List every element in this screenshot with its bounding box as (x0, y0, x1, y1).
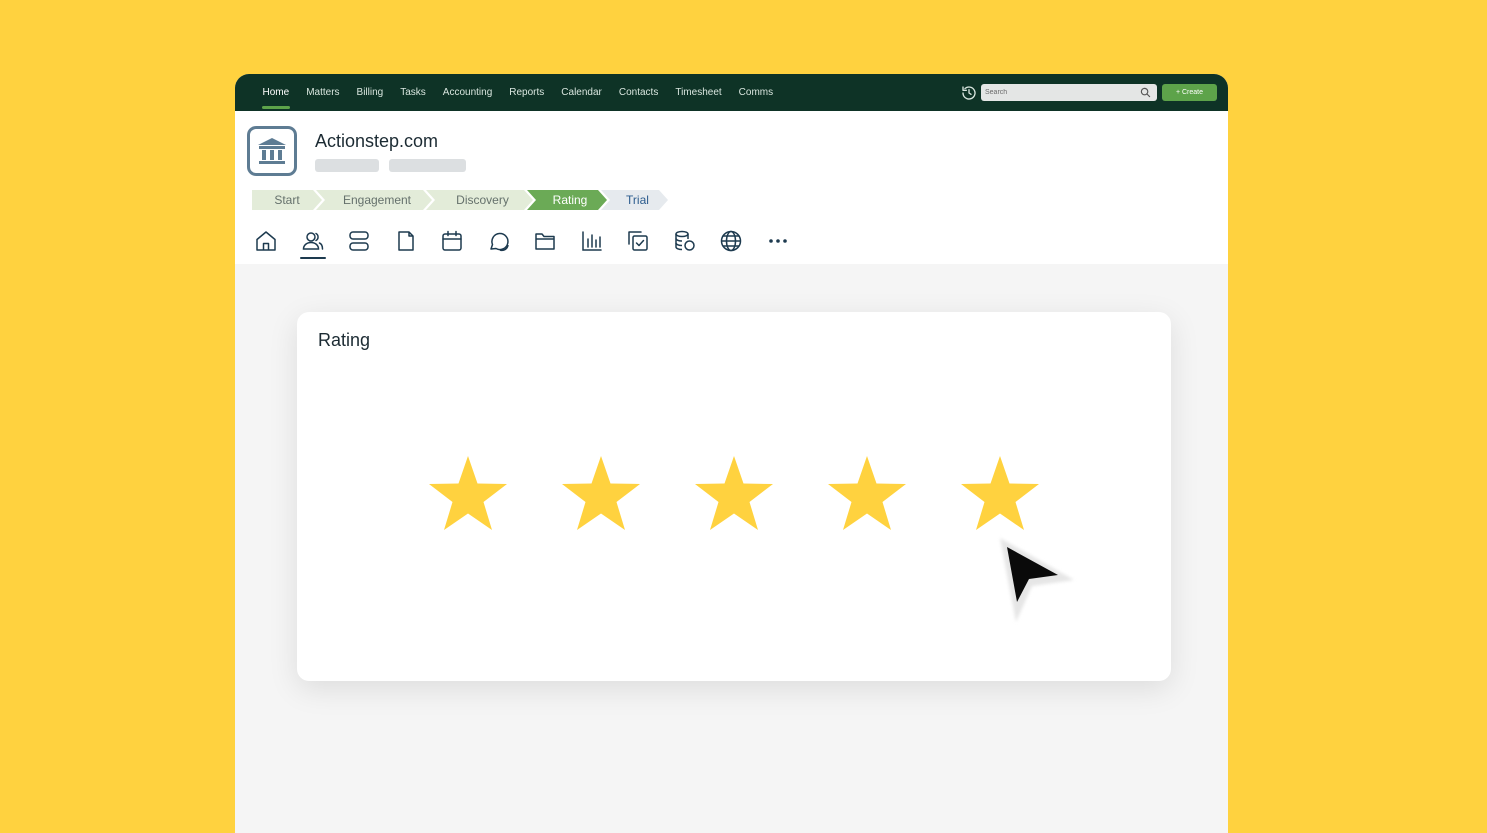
matter-title: Actionstep.com (315, 131, 439, 151)
nav-item-reports[interactable]: Reports (501, 74, 553, 111)
nav-item-matters[interactable]: Matters (298, 74, 348, 111)
star-icon[interactable] (560, 454, 642, 532)
card-title: Rating (318, 330, 371, 350)
star-icon[interactable] (959, 454, 1041, 532)
placeholder-bar (389, 159, 466, 172)
star-icon[interactable] (826, 454, 908, 532)
nav-item-home[interactable]: Home (254, 74, 298, 111)
nav-item-contacts[interactable]: Contacts (610, 74, 666, 111)
top-navigation: Home Matters Billing Tasks Accounting Re… (235, 74, 1228, 111)
contacts-icon[interactable] (301, 229, 325, 253)
chart-icon[interactable] (580, 229, 604, 253)
create-button[interactable]: + Create (1162, 84, 1217, 101)
stage-engagement[interactable]: Engagement (316, 190, 432, 210)
stage-progress-bar: Start Engagement Discovery Rating Trial (252, 190, 662, 210)
nav-item-accounting[interactable]: Accounting (434, 74, 500, 111)
nav-item-tasks[interactable]: Tasks (392, 74, 435, 111)
stage-trial[interactable]: Trial (601, 190, 668, 210)
layers-icon[interactable] (347, 229, 371, 253)
home-icon[interactable] (254, 229, 278, 253)
globe-icon[interactable] (719, 229, 743, 253)
matter-header: Actionstep.com Start Engagement Discover… (235, 111, 1228, 264)
active-tab-indicator (300, 257, 326, 259)
history-icon[interactable] (961, 85, 977, 101)
bank-icon (247, 126, 297, 176)
star-icon[interactable] (693, 454, 775, 532)
more-icon[interactable] (766, 229, 790, 253)
nav-item-timesheet[interactable]: Timesheet (667, 74, 730, 111)
nav-item-calendar[interactable]: Calendar (553, 74, 611, 111)
search-input[interactable] (981, 84, 1157, 101)
placeholder-bar (315, 159, 379, 172)
stage-start[interactable]: Start (252, 190, 322, 210)
search-icon[interactable] (1140, 87, 1151, 98)
nav-menu: Home Matters Billing Tasks Accounting Re… (254, 74, 782, 111)
stage-discovery[interactable]: Discovery (426, 190, 533, 210)
document-icon[interactable] (394, 229, 418, 253)
nav-item-billing[interactable]: Billing (348, 74, 392, 111)
calendar-icon[interactable] (440, 229, 464, 253)
nav-item-comms[interactable]: Comms (730, 74, 781, 111)
chat-icon[interactable] (487, 229, 511, 253)
folder-icon[interactable] (533, 229, 557, 253)
stage-rating[interactable]: Rating (527, 190, 607, 210)
app-window: Home Matters Billing Tasks Accounting Re… (235, 74, 1228, 833)
tasks-icon[interactable] (626, 229, 650, 253)
mouse-cursor-icon (1000, 538, 1074, 622)
billing-icon[interactable] (673, 229, 697, 253)
star-icon[interactable] (427, 454, 509, 532)
